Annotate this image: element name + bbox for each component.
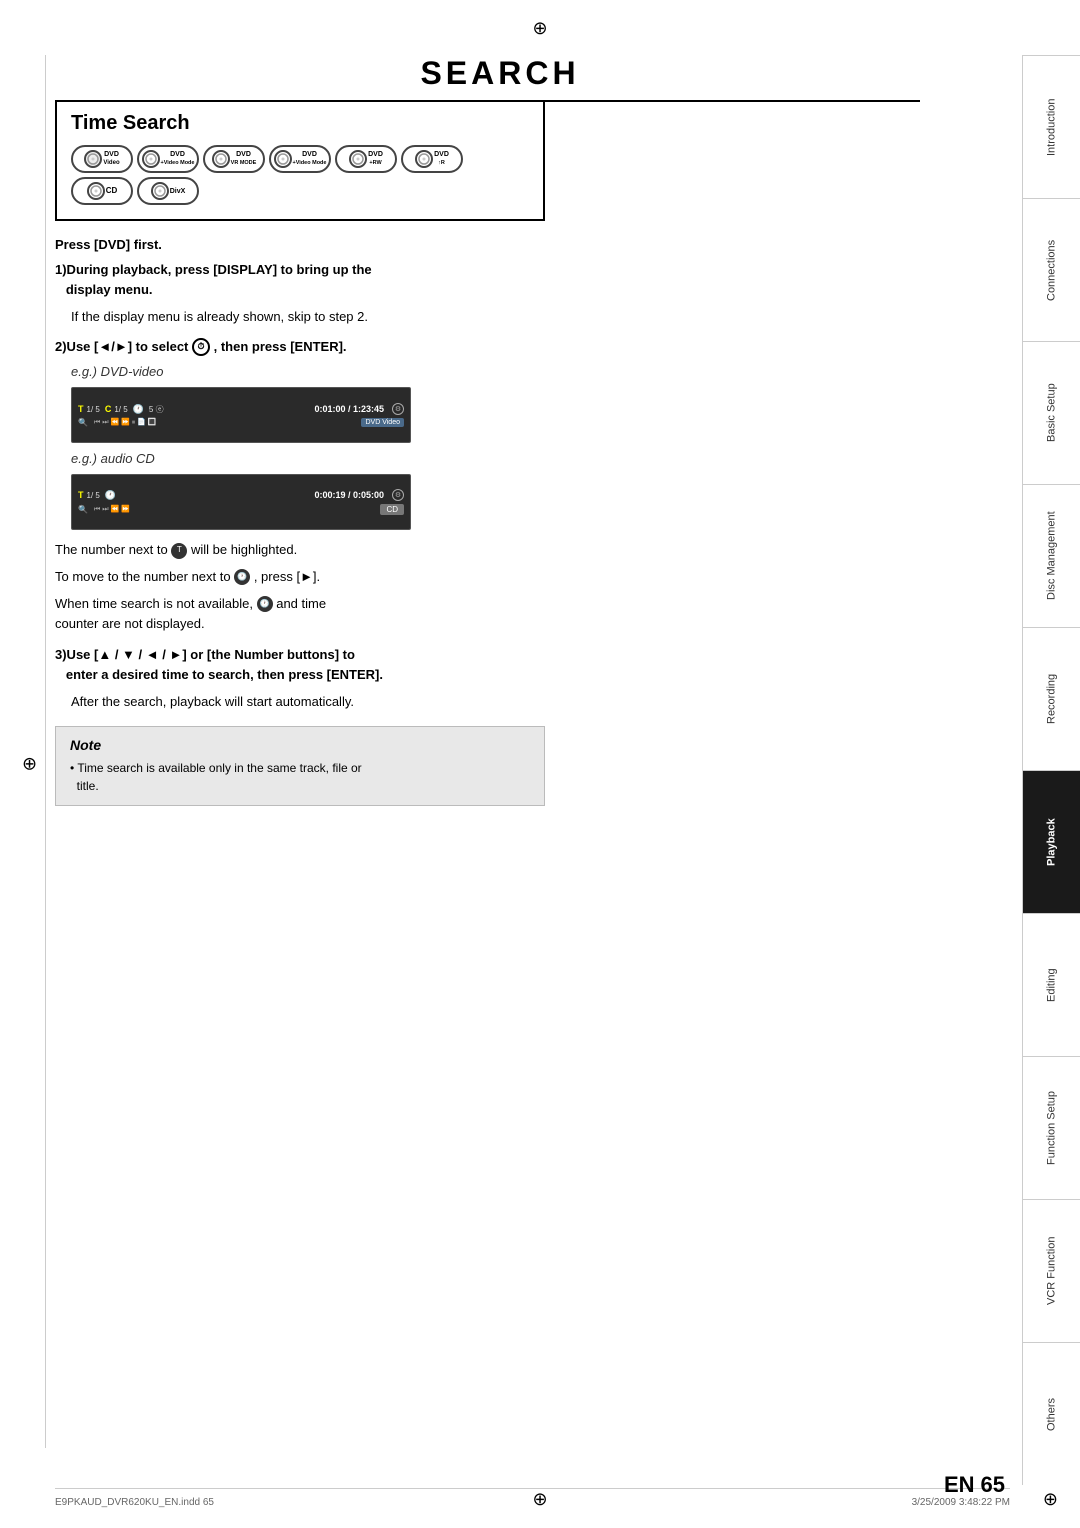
cd-ctrl-btns: ⏮ ⏭ ⏪ ⏩ <box>94 505 130 514</box>
sidebar-item-others[interactable]: Others <box>1023 1342 1080 1485</box>
clock-icon-inline: 🕐 <box>234 569 250 585</box>
time-search-box: Time Search DVDVideo <box>55 100 545 221</box>
dvd-r-label: DVD↑R <box>434 151 449 166</box>
press-dvd-first: Press [DVD] first. <box>55 237 1010 252</box>
lang-label: EN <box>944 1472 975 1498</box>
disc-circle-dvd-video <box>84 150 102 168</box>
track-indicator-cd: T <box>78 490 84 500</box>
step-1: 1)During playback, press [DISPLAY] to br… <box>55 260 1010 299</box>
dvd-settings-icon: ⚙ <box>392 403 404 415</box>
reg-mark-bottom: ⊕ <box>532 1489 547 1510</box>
sidebar-item-basic-setup[interactable]: Basic Setup <box>1023 341 1080 484</box>
display-screenshot-dvd: T 1/ 5 C 1/ 5 🕐 5 ⓔ 0:01:00 / 1:23:45 ⚙ … <box>71 387 411 443</box>
chapter-info: 1/ 5 <box>114 405 127 414</box>
step-3-sub: After the search, playback will start au… <box>71 692 1010 712</box>
sidebar-item-introduction[interactable]: Introduction <box>1023 55 1080 198</box>
dvd-control-icons: 🔍 <box>78 418 88 427</box>
sidebar-item-vcr-function[interactable]: VCR Function <box>1023 1199 1080 1342</box>
sidebar-item-disc-management[interactable]: Disc Management <box>1023 484 1080 627</box>
sidebar-item-editing[interactable]: Editing <box>1023 913 1080 1056</box>
disc-circle-svideo <box>142 150 160 168</box>
step-2: 2)Use [◄/►] to select ⏱ , then press [EN… <box>55 337 1010 357</box>
dvd-video-label: DVDVideo <box>103 151 119 166</box>
cd-display-time: 0:00:19 / 0:05:00 <box>314 490 384 500</box>
para-text-3: When time search is not available, 🕐 and… <box>55 594 1010 636</box>
display-screenshot-cd: T 1/ 5 🕐 0:00:19 / 0:05:00 ⚙ 🔍 ⏮ ⏭ ⏪ ⏩ C… <box>71 474 411 530</box>
step-1-sub: If the display menu is already shown, sk… <box>71 307 1010 327</box>
disc-icon-dvd-plus-rw: DVD+RW <box>335 145 397 173</box>
main-content: Time Search DVDVideo <box>55 100 1010 1448</box>
clock-ref-cd: 🕐 <box>105 490 116 501</box>
dvd-plus-rw-label: DVD+RW <box>368 151 383 166</box>
dvd-svideo-label: DVD+Video Mode <box>161 151 195 166</box>
step-1-text: 1)During playback, press [DISPLAY] to br… <box>55 262 372 297</box>
reg-mark-left: ⊕ <box>22 754 37 775</box>
disc-icon-divx: DivX <box>137 177 199 205</box>
track-count-dvd: 5 ⓔ <box>149 404 164 415</box>
display-bottom-row-cd: 🔍 ⏮ ⏭ ⏪ ⏩ CD <box>78 504 404 515</box>
dvd-vr-label: DVDVR MODE <box>231 151 257 166</box>
track-info: 1/ 5 <box>87 405 100 414</box>
step-3: 3)Use [▲ / ▼ / ◄ / ►] or [the Number but… <box>55 645 1010 684</box>
dvd-video-badge: DVD Video <box>361 418 404 427</box>
time-search-title: Time Search <box>71 112 529 135</box>
disc-circle-plus-rw <box>349 150 367 168</box>
track-info-cd: 1/ 5 <box>87 491 100 500</box>
page-number: 65 <box>981 1472 1005 1498</box>
reg-mark-top: ⊕ <box>532 18 547 39</box>
reg-mark-right: ⊕ <box>1043 1489 1058 1510</box>
dvd-display-time: 0:01:00 / 1:23:45 <box>314 404 384 414</box>
disc-icon-dvd-video: DVDVideo <box>71 145 133 173</box>
note-title: Note <box>70 737 530 753</box>
disc-circle-plus-video <box>274 150 292 168</box>
dvd-ctrl-btns: ⏮ ⏭ ⏪ ⏩ ⏸ 📄 🔳 <box>94 418 157 427</box>
cd-badge: CD <box>380 504 404 515</box>
eg-cd-label: e.g.) audio CD <box>71 451 1010 466</box>
cd-settings-icon: ⚙ <box>392 489 404 501</box>
left-margin-line <box>45 55 46 1448</box>
display-bottom-row-dvd: 🔍 ⏮ ⏭ ⏪ ⏩ ⏸ 📄 🔳 DVD Video <box>78 418 404 427</box>
disc-icon-dvd-plus-video: DVD+Video Mode <box>269 145 331 173</box>
clock-icon-inline-2: 🕐 <box>257 596 273 612</box>
sidebar-item-playback[interactable]: Playback <box>1023 770 1080 913</box>
page-container: ⊕ ⊕ SEARCH Introduction Connections Basi… <box>0 0 1080 1528</box>
display-top-row-dvd: T 1/ 5 C 1/ 5 🕐 5 ⓔ 0:01:00 / 1:23:45 ⚙ <box>78 403 404 415</box>
note-text: • Time search is available only in the s… <box>70 759 530 795</box>
right-sidebar: Introduction Connections Basic Setup Dis… <box>1022 55 1080 1485</box>
t-icon: T <box>171 543 187 559</box>
title-indicator: T <box>78 404 84 414</box>
disc-circle-vr <box>212 150 230 168</box>
para-text-2: To move to the number next to 🕐 , press … <box>55 567 1010 588</box>
note-box: Note • Time search is available only in … <box>55 726 545 806</box>
disc-icon-cd: CD <box>71 177 133 205</box>
disc-circle-r <box>415 150 433 168</box>
disc-icons-row2: CD DivX <box>71 177 529 205</box>
dvd-display-icons: T 1/ 5 C 1/ 5 🕐 5 ⓔ <box>78 404 164 415</box>
disc-icon-dvd-svideo: DVD+Video Mode <box>137 145 199 173</box>
disc-circle-cd <box>87 182 105 200</box>
sidebar-item-function-setup[interactable]: Function Setup <box>1023 1056 1080 1199</box>
footer-right: 3/25/2009 3:48:22 PM <box>912 1497 1010 1508</box>
page-title: SEARCH <box>80 55 920 102</box>
disc-circle-divx <box>151 182 169 200</box>
disc-icon-dvd-vr: DVDVR MODE <box>203 145 265 173</box>
page-number-box: EN 65 <box>944 1472 1005 1498</box>
divx-label: DivX <box>170 188 186 195</box>
footer-left: E9PKAUD_DVR620KU_EN.indd 65 <box>55 1497 214 1508</box>
clock-circle-icon: ⏱ <box>192 338 210 356</box>
cd-control-icons: 🔍 <box>78 505 88 514</box>
cd-display-icons: T 1/ 5 🕐 <box>78 490 116 501</box>
sidebar-item-recording[interactable]: Recording <box>1023 627 1080 770</box>
clock-ref-dvd: 🕐 <box>133 404 144 415</box>
disc-icons-row1: DVDVideo DVD+Video Mode <box>71 145 529 173</box>
dvd-plus-video-label: DVD+Video Mode <box>293 151 327 166</box>
disc-icon-dvd-r: DVD↑R <box>401 145 463 173</box>
display-top-row-cd: T 1/ 5 🕐 0:00:19 / 0:05:00 ⚙ <box>78 489 404 501</box>
para-text-1: The number next to T will be highlighted… <box>55 540 1010 561</box>
chapter-indicator: C <box>105 404 112 414</box>
sidebar-item-connections[interactable]: Connections <box>1023 198 1080 341</box>
cd-label: CD <box>106 187 118 195</box>
eg-dvd-video-label: e.g.) DVD-video <box>71 364 1010 379</box>
